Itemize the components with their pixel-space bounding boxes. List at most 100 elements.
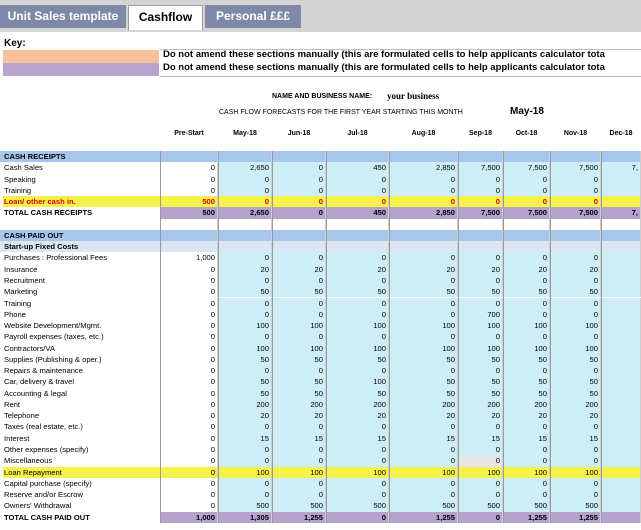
value-cell[interactable]: 7,: [601, 162, 641, 174]
value-cell[interactable]: [601, 511, 641, 523]
value-cell[interactable]: 0: [458, 297, 503, 309]
value-cell[interactable]: [601, 229, 641, 242]
value-cell[interactable]: 1,255: [550, 511, 601, 523]
value-cell[interactable]: [326, 151, 389, 163]
value-cell[interactable]: [601, 308, 641, 321]
value-cell[interactable]: 0: [218, 489, 272, 501]
value-cell[interactable]: [326, 241, 389, 253]
value-cell[interactable]: 100: [389, 320, 458, 332]
value-cell[interactable]: 0: [218, 331, 272, 343]
value-cell[interactable]: 0: [326, 444, 389, 456]
value-cell[interactable]: 0: [218, 444, 272, 456]
value-cell[interactable]: [601, 387, 641, 399]
value-cell[interactable]: 50: [550, 387, 601, 399]
value-cell[interactable]: [601, 274, 641, 287]
value-cell[interactable]: 0: [326, 308, 389, 321]
value-cell[interactable]: 0: [389, 274, 458, 287]
value-cell[interactable]: [550, 151, 601, 163]
value-cell[interactable]: [601, 500, 641, 512]
value-cell[interactable]: 0: [503, 489, 550, 501]
tab-cashflow[interactable]: Cashflow: [128, 5, 203, 30]
value-cell[interactable]: [550, 241, 601, 253]
value-cell[interactable]: 0: [160, 365, 218, 377]
value-cell[interactable]: [458, 241, 503, 253]
value-cell[interactable]: 50: [326, 353, 389, 366]
value-cell[interactable]: 0: [160, 331, 218, 343]
value-cell[interactable]: 0: [389, 477, 458, 490]
value-cell[interactable]: [326, 218, 389, 230]
value-cell[interactable]: 0: [503, 455, 550, 467]
value-cell[interactable]: [601, 286, 641, 298]
value-cell[interactable]: 0: [272, 489, 326, 501]
value-cell[interactable]: 0: [326, 252, 389, 264]
value-cell[interactable]: [601, 432, 641, 444]
value-cell[interactable]: 0: [272, 444, 326, 456]
value-cell[interactable]: [272, 241, 326, 253]
value-cell[interactable]: 0: [272, 308, 326, 321]
value-cell[interactable]: 0: [458, 489, 503, 501]
value-cell[interactable]: 200: [550, 398, 601, 411]
value-cell[interactable]: [601, 466, 641, 478]
value-cell[interactable]: 0: [458, 455, 503, 467]
value-cell[interactable]: 100: [218, 320, 272, 332]
value-cell[interactable]: 0: [326, 173, 389, 185]
value-cell[interactable]: 0: [272, 196, 326, 208]
value-cell[interactable]: 0: [326, 184, 389, 197]
value-cell[interactable]: 100: [458, 342, 503, 354]
value-cell[interactable]: 0: [272, 184, 326, 197]
value-cell[interactable]: 0: [272, 162, 326, 174]
value-cell[interactable]: [601, 376, 641, 388]
value-cell[interactable]: 0: [503, 444, 550, 456]
value-cell[interactable]: 0: [218, 252, 272, 264]
value-cell[interactable]: [160, 229, 218, 242]
value-cell[interactable]: 0: [550, 274, 601, 287]
value-cell[interactable]: 0: [503, 196, 550, 208]
value-cell[interactable]: 0: [160, 489, 218, 501]
value-cell[interactable]: 100: [326, 466, 389, 478]
value-cell[interactable]: 0: [160, 387, 218, 399]
value-cell[interactable]: 0: [160, 500, 218, 512]
value-cell[interactable]: 50: [272, 353, 326, 366]
value-cell[interactable]: 0: [272, 274, 326, 287]
value-cell[interactable]: 2,650: [218, 207, 272, 219]
value-cell[interactable]: 100: [550, 466, 601, 478]
value-cell[interactable]: 50: [218, 353, 272, 366]
value-cell[interactable]: 0: [389, 365, 458, 377]
value-cell[interactable]: 50: [503, 353, 550, 366]
value-cell[interactable]: [218, 241, 272, 253]
value-cell[interactable]: 0: [160, 466, 218, 478]
value-cell[interactable]: 0: [272, 297, 326, 309]
value-cell[interactable]: 15: [389, 432, 458, 444]
value-cell[interactable]: 0: [160, 376, 218, 388]
value-cell[interactable]: 0: [550, 489, 601, 501]
value-cell[interactable]: 0: [389, 444, 458, 456]
value-cell[interactable]: 100: [326, 342, 389, 354]
value-cell[interactable]: 0: [326, 274, 389, 287]
value-cell[interactable]: 50: [458, 387, 503, 399]
value-cell[interactable]: 50: [550, 353, 601, 366]
value-cell[interactable]: [601, 342, 641, 354]
value-cell[interactable]: 0: [326, 455, 389, 467]
tab-personal[interactable]: Personal £££: [205, 5, 301, 28]
value-cell[interactable]: 0: [160, 162, 218, 174]
value-cell[interactable]: 20: [326, 410, 389, 422]
value-cell[interactable]: [160, 151, 218, 163]
value-cell[interactable]: 200: [272, 398, 326, 411]
value-cell[interactable]: 0: [272, 455, 326, 467]
value-cell[interactable]: 0: [503, 173, 550, 185]
value-cell[interactable]: 20: [218, 410, 272, 422]
value-cell[interactable]: 0: [218, 297, 272, 309]
value-cell[interactable]: 7,500: [503, 162, 550, 174]
value-cell[interactable]: 50: [326, 387, 389, 399]
value-cell[interactable]: 0: [389, 196, 458, 208]
value-cell[interactable]: 0: [272, 173, 326, 185]
value-cell[interactable]: 7,: [601, 207, 641, 219]
value-cell[interactable]: 200: [503, 398, 550, 411]
value-cell[interactable]: 7,500: [550, 162, 601, 174]
value-cell[interactable]: [601, 184, 641, 197]
value-cell[interactable]: 50: [458, 353, 503, 366]
value-cell[interactable]: 0: [458, 511, 503, 523]
value-cell[interactable]: 0: [503, 297, 550, 309]
value-cell[interactable]: [601, 477, 641, 490]
value-cell[interactable]: 0: [550, 297, 601, 309]
